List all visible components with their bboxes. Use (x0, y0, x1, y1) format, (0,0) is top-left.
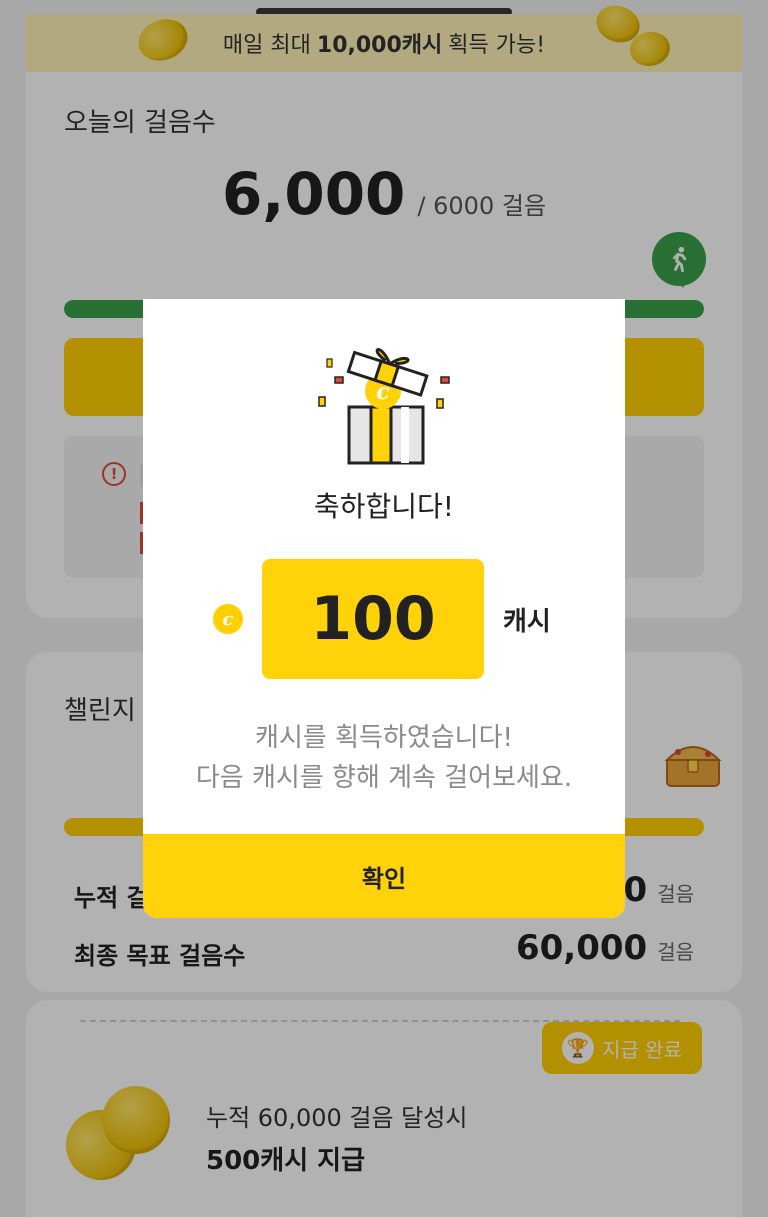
modal-message-line1: 캐시를 획득하였습니다! (255, 723, 513, 753)
reward-amount-unit: 캐시 (503, 607, 551, 637)
reward-modal: c 축하합니다! c 100 캐시 캐시를 획득하였습니다! 다음 캐시를 향해… (143, 299, 625, 918)
reward-amount-value: 100 (262, 559, 484, 679)
modal-title: 축하합니다! (313, 490, 455, 523)
confirm-button[interactable]: 확인 (143, 834, 625, 918)
reward-amount-row: c 100 캐시 (143, 559, 625, 679)
app-screen: 매일 최대 10,000캐시 획득 가능! 오늘의 걸음수 6,000 / 60… (0, 0, 768, 1217)
modal-message-line2: 다음 캐시를 향해 계속 걸어보세요. (195, 763, 573, 793)
cash-coin-icon: c (213, 604, 243, 634)
gift-box-icon: c (318, 348, 450, 465)
